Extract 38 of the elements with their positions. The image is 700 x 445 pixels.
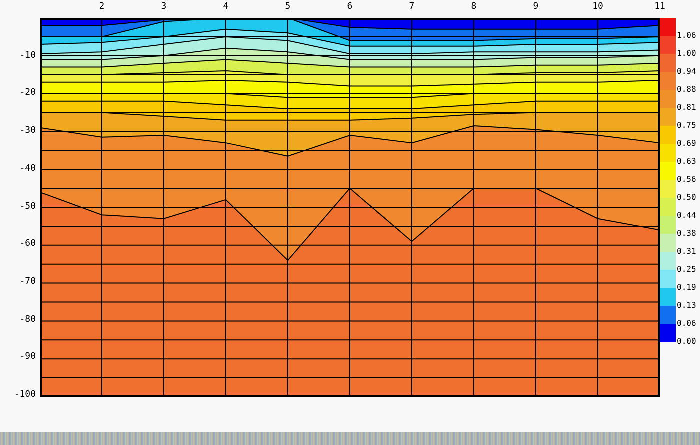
y-axis-label: -100 (13, 389, 36, 401)
colorbar-label: 0.19 (677, 283, 696, 293)
colorbar-label: 0.75 (677, 121, 696, 131)
x-axis-label: 8 (470, 1, 478, 13)
y-axis-label: -20 (18, 87, 36, 100)
colorbar-label: 0.25 (677, 265, 696, 275)
colorbar-label: 0.38 (677, 229, 696, 239)
colorbar-label: 0.44 (677, 211, 696, 221)
colorbar-label: 0.13 (677, 301, 696, 311)
y-axis-label: -50 (18, 200, 36, 212)
colorbar-label: 1.06 (677, 31, 696, 41)
y-axis-label: -30 (18, 125, 36, 138)
colorbar-label: 0.06 (677, 319, 696, 329)
colorbar-label: 0.81 (677, 103, 696, 113)
colorbar-label: 0.50 (677, 193, 696, 203)
colorbar-label: 0.31 (677, 247, 696, 257)
colorbar-label: 0.56 (677, 175, 696, 185)
colorbar-label: 0.00 (677, 337, 696, 347)
y-axis-label: -40 (18, 162, 36, 175)
y-axis-label: -80 (18, 314, 36, 326)
x-axis-label: 3 (160, 1, 168, 13)
y-axis-label: -90 (18, 351, 36, 364)
colorbar-label: 1.00 (677, 49, 696, 59)
x-axis-label: 5 (284, 1, 292, 13)
colorbar-label: 0.94 (677, 67, 696, 77)
x-axis-label: 2 (98, 1, 106, 13)
x-axis-label: 10 (592, 1, 604, 13)
y-axis-label: -70 (18, 276, 36, 288)
x-axis-label: 11 (654, 1, 666, 13)
x-axis-label: 4 (222, 1, 230, 13)
y-axis-label: -60 (18, 238, 36, 250)
y-axis-label: -10 (18, 50, 36, 62)
x-axis-label: 7 (408, 1, 416, 13)
x-axis-label: 9 (532, 1, 540, 13)
colorbar-label: 0.63 (677, 157, 696, 167)
colorbar-label: 0.88 (677, 85, 696, 95)
x-axis-label: 6 (346, 1, 354, 13)
colorbar-label: 0.69 (677, 139, 696, 149)
